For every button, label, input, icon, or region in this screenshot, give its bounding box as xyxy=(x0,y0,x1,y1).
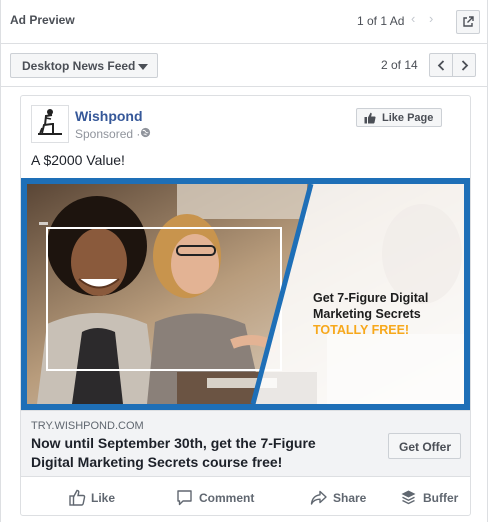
thumbs-up-icon xyxy=(69,489,86,506)
chevron-right-icon xyxy=(461,60,469,71)
comment-label: Comment xyxy=(199,491,255,505)
like-page-button[interactable]: Like Page xyxy=(356,108,442,127)
share-label: Share xyxy=(333,491,367,505)
next-page-button[interactable] xyxy=(452,53,476,77)
get-offer-button[interactable]: Get Offer xyxy=(388,433,461,459)
creative-headline-line2: Marketing Secrets xyxy=(313,307,421,321)
ad-count: 1 of 1 Ad xyxy=(357,14,405,28)
page-avatar[interactable] xyxy=(31,105,69,143)
prev-ad-chevron-icon[interactable]: ‹ xyxy=(411,11,415,26)
open-external-button[interactable] xyxy=(456,10,480,34)
post-action-bar: Like Comment Share Buffer xyxy=(21,481,470,515)
placement-dropdown[interactable]: Desktop News Feed xyxy=(10,53,158,78)
panel-title: Ad Preview xyxy=(10,13,75,27)
like-label: Like xyxy=(91,491,116,505)
ad-creative-image[interactable]: Get 7-Figure Digital Marketing Secrets T… xyxy=(21,178,470,410)
buffer-stack-icon xyxy=(401,490,416,505)
caret-down-icon xyxy=(138,64,148,70)
placement-label: Desktop News Feed xyxy=(22,59,136,73)
ad-preview-panel: Ad Preview 1 of 1 Ad ‹ › Desktop News Fe… xyxy=(0,0,488,522)
ad-post-card: Wishpond Sponsored · Like Page A $2000 V… xyxy=(20,95,471,516)
comment-bubble-icon xyxy=(177,490,192,506)
chevron-left-icon xyxy=(437,60,445,71)
external-link-icon xyxy=(463,16,474,27)
thinker-logo-icon xyxy=(38,109,62,135)
placement-toolbar: Desktop News Feed 2 of 14 xyxy=(1,45,487,87)
buffer-label: Buffer xyxy=(423,491,459,505)
like-page-label: Like Page xyxy=(382,112,434,124)
prev-page-button[interactable] xyxy=(429,53,453,77)
creative-headline-line1: Get 7-Figure Digital xyxy=(313,291,429,305)
creative-headline-accent: TOTALLY FREE! xyxy=(313,323,410,337)
page-name-link[interactable]: Wishpond xyxy=(75,108,143,124)
globe-icon xyxy=(140,127,151,138)
page-indicator: 2 of 14 xyxy=(381,58,418,72)
preview-header: Ad Preview 1 of 1 Ad ‹ › xyxy=(1,0,487,44)
creative-headline: Get 7-Figure Digital Marketing Secrets T… xyxy=(313,290,463,338)
link-headline[interactable]: Now until September 30th, get the 7-Figu… xyxy=(31,434,361,472)
sponsored-label: Sponsored · xyxy=(75,127,141,141)
post-body-text: A $2000 Value! xyxy=(31,152,125,168)
link-domain: TRY.WISHPOND.COM xyxy=(31,420,144,432)
thumbs-up-icon xyxy=(364,112,376,124)
next-ad-chevron-icon[interactable]: › xyxy=(429,11,433,26)
cta-label: Get Offer xyxy=(399,440,452,454)
share-arrow-icon xyxy=(310,490,327,505)
link-preview[interactable]: TRY.WISHPOND.COM Now until September 30t… xyxy=(21,410,470,477)
